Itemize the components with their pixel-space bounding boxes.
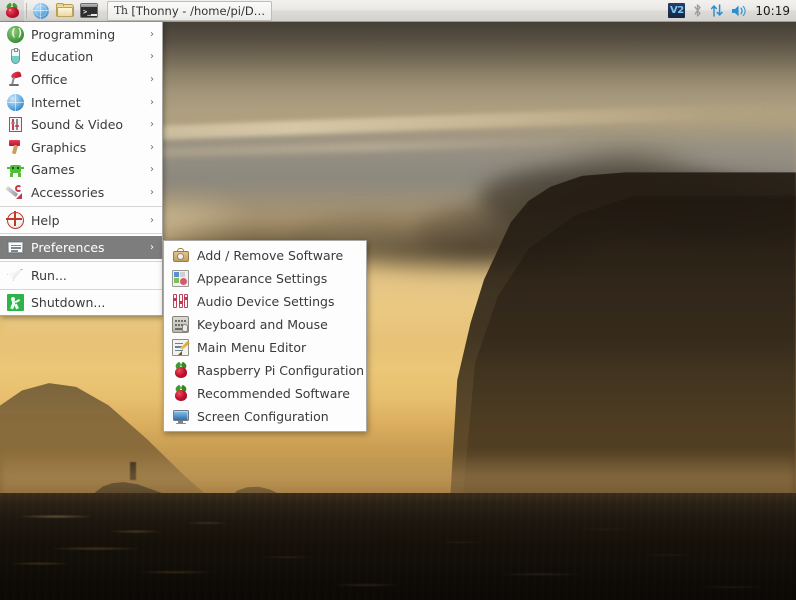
raspberry-pi-config-icon bbox=[172, 361, 189, 379]
menu-item-label: Preferences bbox=[31, 240, 105, 256]
file-manager-launcher[interactable] bbox=[53, 0, 77, 22]
menu-item-label: Education bbox=[31, 49, 94, 65]
submenu-item-appearance-settings[interactable]: Appearance Settings bbox=[164, 267, 366, 290]
volume-icon[interactable] bbox=[731, 4, 746, 18]
raspberry-icon bbox=[4, 2, 21, 19]
submenu-item-label: Screen Configuration bbox=[197, 409, 329, 424]
add-remove-software-icon bbox=[172, 247, 189, 264]
appearance-settings-icon bbox=[172, 270, 189, 287]
folder-icon bbox=[56, 3, 74, 18]
chevron-right-icon: › bbox=[150, 186, 154, 198]
globe-icon bbox=[33, 2, 49, 19]
submenu-item-keyboard-and-mouse[interactable]: Keyboard and Mouse bbox=[164, 313, 366, 336]
preferences-icon bbox=[7, 239, 24, 256]
submenu-item-recommended-software[interactable]: Recommended Software bbox=[164, 382, 366, 405]
screen-configuration-icon bbox=[172, 408, 189, 425]
submenu-item-label: Main Menu Editor bbox=[197, 340, 307, 355]
menu-item-office[interactable]: Office › bbox=[0, 68, 162, 91]
internet-icon bbox=[7, 93, 24, 111]
panel-left-section: >_ Th [Thonny - /home/pi/D… bbox=[0, 0, 273, 22]
sound-video-icon bbox=[7, 116, 24, 133]
preferences-submenu: Add / Remove Software Appearance Setting… bbox=[163, 240, 367, 432]
web-browser-launcher[interactable] bbox=[29, 0, 53, 22]
panel-separator bbox=[26, 2, 27, 19]
menu-item-preferences[interactable]: Preferences › bbox=[0, 236, 162, 259]
menu-item-run[interactable]: Run... bbox=[0, 264, 162, 287]
audio-device-settings-icon bbox=[172, 293, 189, 310]
chevron-right-icon: › bbox=[150, 164, 154, 176]
menu-item-sound-video[interactable]: Sound & Video › bbox=[0, 113, 162, 136]
help-icon bbox=[6, 210, 24, 229]
menu-item-label: Run... bbox=[31, 267, 67, 283]
office-icon bbox=[7, 70, 24, 88]
submenu-item-label: Keyboard and Mouse bbox=[197, 317, 328, 332]
terminal-icon: >_ bbox=[80, 3, 98, 18]
vnc-tray-icon[interactable]: V2 bbox=[668, 3, 686, 18]
shutdown-icon bbox=[7, 294, 24, 312]
menu-item-label: Help bbox=[31, 212, 60, 228]
chevron-right-icon: › bbox=[150, 119, 154, 131]
recommended-software-icon bbox=[172, 384, 189, 402]
wallpaper-sea bbox=[0, 493, 796, 600]
task-button-thonny[interactable]: Th [Thonny - /home/pi/D… bbox=[107, 0, 273, 21]
keyboard-mouse-icon bbox=[172, 316, 189, 333]
network-updown-icon[interactable] bbox=[710, 3, 724, 18]
menu-item-label: Internet bbox=[31, 94, 81, 110]
run-icon bbox=[7, 267, 24, 284]
bluetooth-icon[interactable] bbox=[692, 3, 703, 18]
task-button-title: [Thonny - /home/pi/D… bbox=[131, 3, 266, 18]
chevron-right-icon: › bbox=[150, 51, 154, 63]
taskbar-panel: >_ Th [Thonny - /home/pi/D… V2 10:19 bbox=[0, 0, 796, 22]
chevron-right-icon: › bbox=[150, 28, 154, 40]
main-application-menu: Programming › Education › Office › Inter… bbox=[0, 22, 163, 317]
submenu-item-add-remove-software[interactable]: Add / Remove Software bbox=[164, 244, 366, 267]
terminal-launcher[interactable]: >_ bbox=[77, 0, 101, 22]
menu-separator bbox=[0, 288, 162, 290]
menu-item-programming[interactable]: Programming › bbox=[0, 23, 162, 46]
wallpaper-sea-highlights bbox=[0, 493, 796, 600]
submenu-item-screen-configuration[interactable]: Screen Configuration bbox=[164, 405, 366, 428]
submenu-item-raspberry-pi-configuration[interactable]: Raspberry Pi Configuration bbox=[164, 359, 366, 382]
chevron-right-icon: › bbox=[150, 73, 154, 85]
chevron-right-icon: › bbox=[150, 242, 154, 254]
menu-item-label: Programming bbox=[31, 26, 116, 42]
menu-separator bbox=[0, 205, 162, 207]
chevron-right-icon: › bbox=[150, 141, 154, 153]
accessories-icon bbox=[5, 184, 24, 201]
submenu-item-label: Audio Device Settings bbox=[197, 294, 335, 309]
menu-item-shutdown[interactable]: Shutdown... bbox=[0, 292, 162, 315]
clock[interactable]: 10:19 bbox=[753, 4, 790, 18]
submenu-item-audio-device-settings[interactable]: Audio Device Settings bbox=[164, 290, 366, 313]
education-icon bbox=[7, 48, 24, 65]
submenu-item-label: Raspberry Pi Configuration bbox=[197, 363, 365, 378]
menu-item-label: Shutdown... bbox=[31, 295, 106, 311]
submenu-item-label: Recommended Software bbox=[197, 386, 350, 401]
menu-item-label: Accessories bbox=[31, 184, 105, 200]
graphics-icon bbox=[7, 139, 24, 156]
menu-separator bbox=[0, 233, 162, 235]
menu-item-label: Graphics bbox=[31, 139, 87, 155]
submenu-item-label: Appearance Settings bbox=[197, 271, 328, 286]
menu-item-label: Games bbox=[31, 162, 75, 178]
menu-item-graphics[interactable]: Graphics › bbox=[0, 136, 162, 159]
thonny-icon: Th bbox=[114, 4, 128, 17]
programming-icon bbox=[7, 25, 24, 43]
submenu-item-main-menu-editor[interactable]: Main Menu Editor bbox=[164, 336, 366, 359]
menu-separator bbox=[0, 260, 162, 262]
chevron-right-icon: › bbox=[150, 96, 154, 108]
chevron-right-icon: › bbox=[150, 214, 154, 226]
main-menu-editor-icon bbox=[172, 339, 190, 356]
menu-item-help[interactable]: Help › bbox=[0, 209, 162, 232]
games-icon bbox=[7, 161, 24, 178]
submenu-item-label: Add / Remove Software bbox=[197, 248, 344, 263]
menu-item-accessories[interactable]: Accessories › bbox=[0, 181, 162, 204]
menu-item-internet[interactable]: Internet › bbox=[0, 91, 162, 114]
system-tray: V2 10:19 bbox=[668, 0, 796, 21]
menu-item-label: Office bbox=[31, 71, 68, 87]
menu-item-education[interactable]: Education › bbox=[0, 46, 162, 69]
menu-item-games[interactable]: Games › bbox=[0, 159, 162, 182]
menu-item-label: Sound & Video bbox=[31, 117, 124, 133]
raspberry-menu-button[interactable] bbox=[0, 0, 24, 22]
